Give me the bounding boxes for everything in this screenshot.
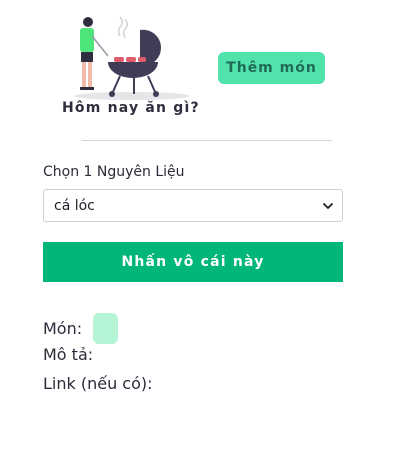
result-panel: Món: [43,312,119,344]
suggest-dish-button[interactable]: Nhấn vô cái này [43,242,343,282]
add-dish-button[interactable]: Thêm món [218,52,325,84]
dish-row: Món: [43,312,119,344]
dish-value-chip [93,312,119,344]
dish-label: Món: [43,318,83,338]
ingredient-label: Chọn 1 Nguyên Liệu [43,164,185,180]
bbq-illustration [62,14,202,104]
link-label: Link (nếu có): [43,374,153,393]
ingredient-select[interactable]: cá lóc [43,189,343,222]
ingredient-select-value: cá lóc [54,197,95,214]
chevron-down-icon [323,202,333,209]
app-title: Hôm nay ăn gì? [62,100,200,116]
divider [82,140,332,141]
description-label: Mô tả: [43,345,94,364]
